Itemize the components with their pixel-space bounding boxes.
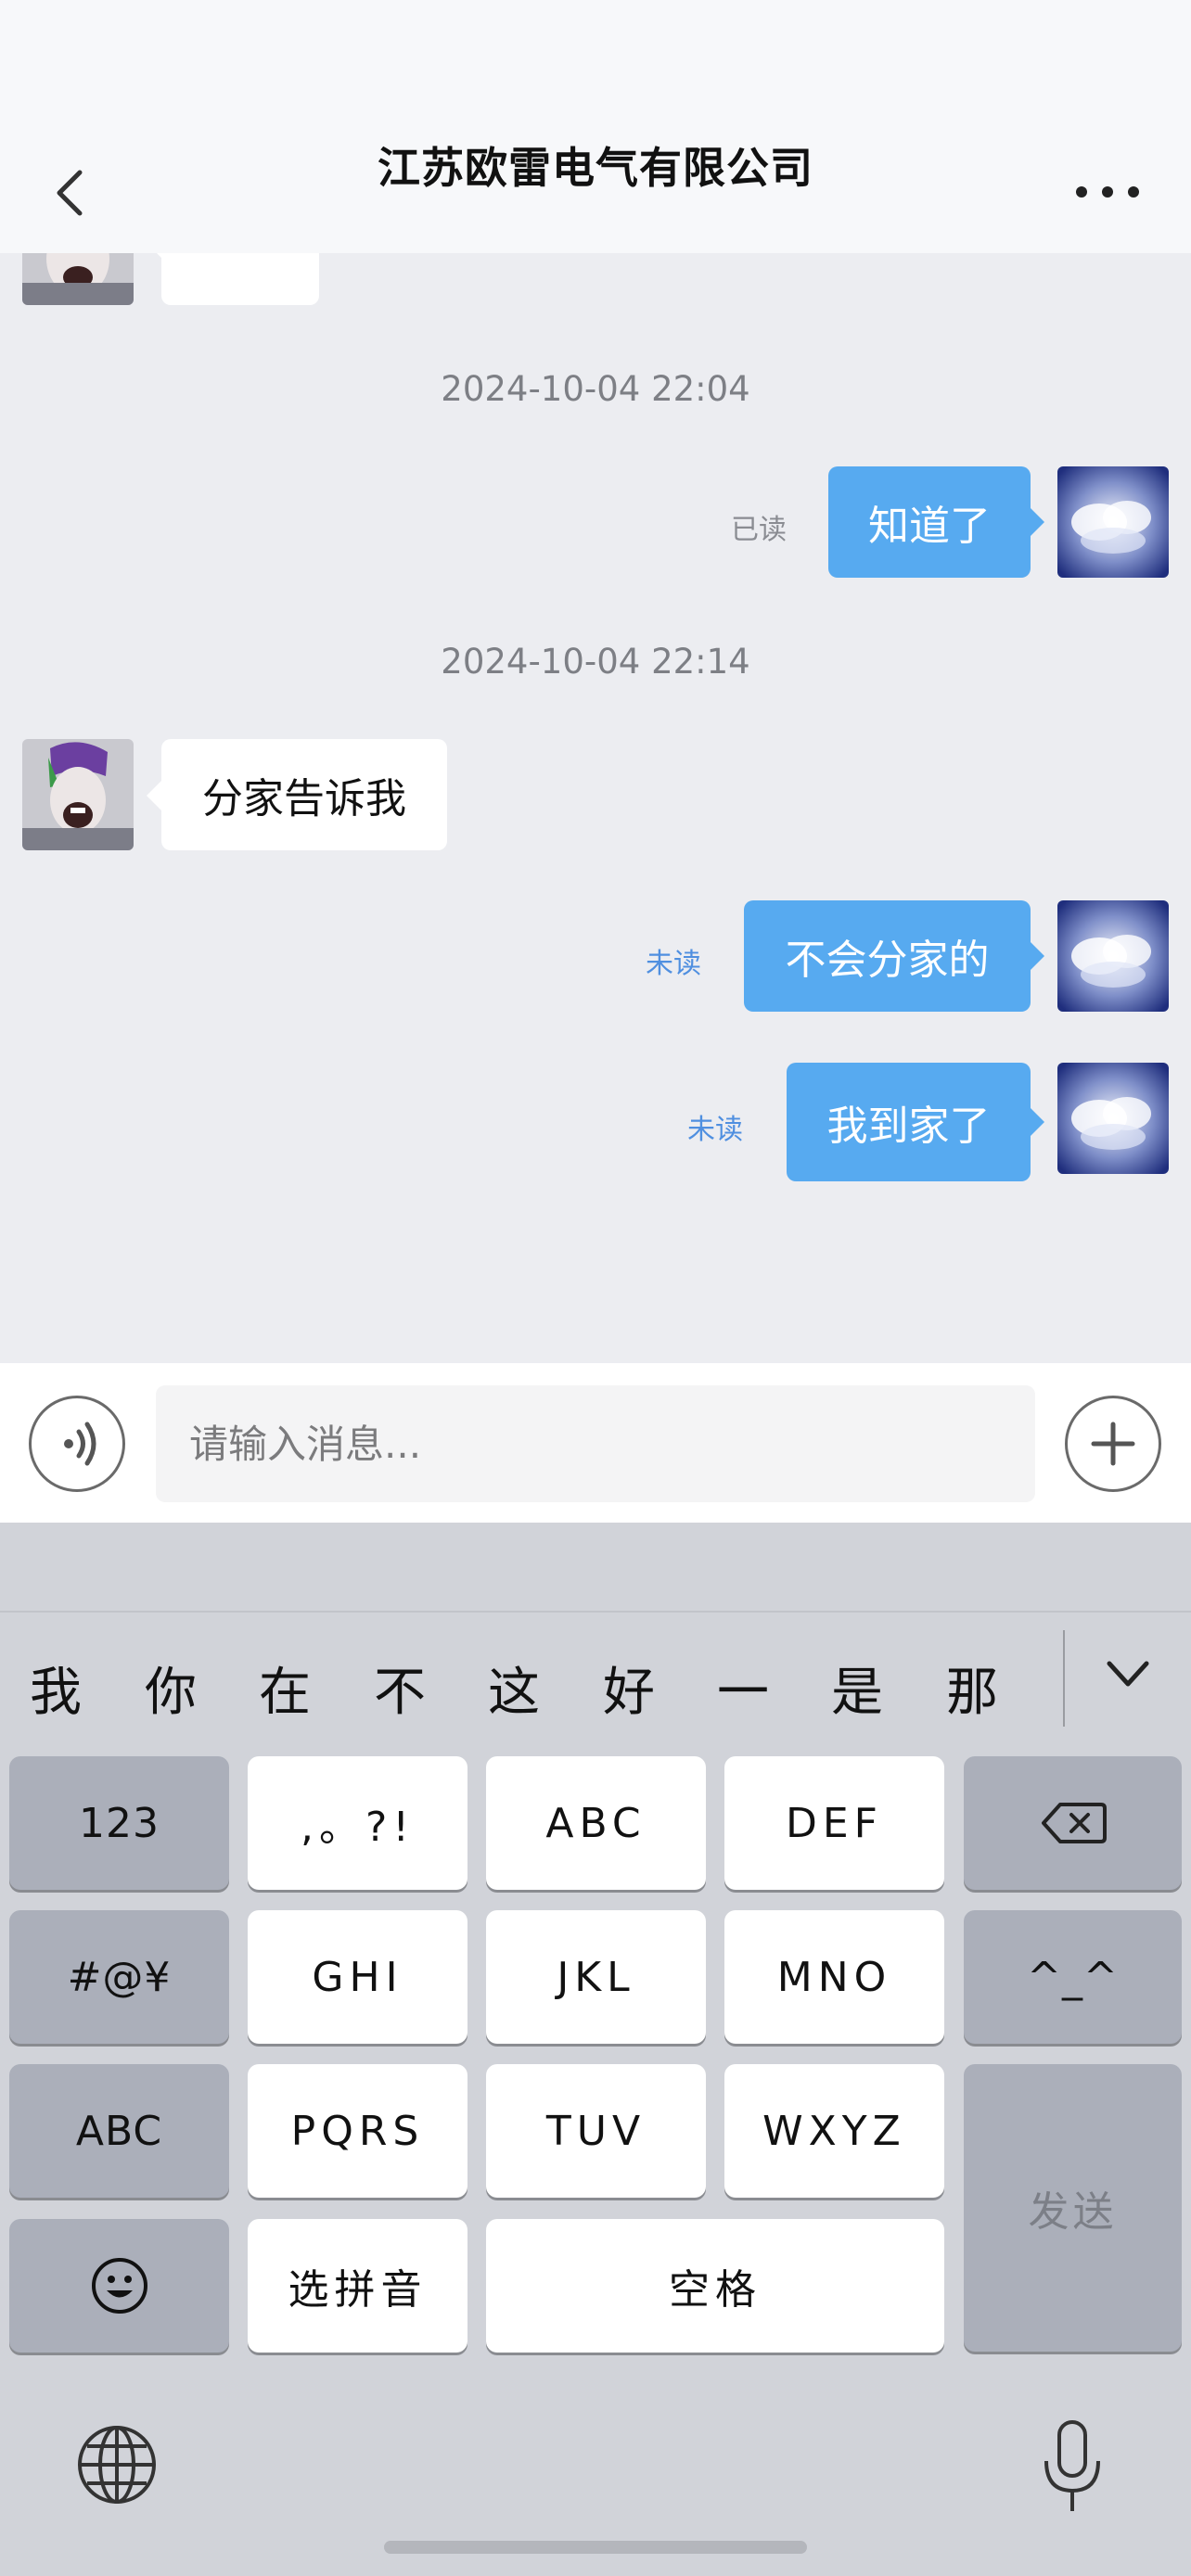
plus-icon	[1091, 1422, 1135, 1466]
keyboard-divider	[0, 1611, 1191, 1613]
emoji-key[interactable]	[9, 2219, 229, 2353]
key-wxyz[interactable]: WXYZ	[724, 2064, 944, 2198]
message-text: 我到家了	[826, 1103, 991, 1150]
message-text: 知道了	[868, 503, 991, 550]
message-timestamp: 2024-10-04 22:04	[441, 369, 750, 409]
key-tuv[interactable]: TUV	[486, 2064, 706, 2198]
candidate-word[interactable]: 是	[831, 1651, 883, 1726]
candidate-word[interactable]: 在	[259, 1651, 311, 1726]
key-pqrs[interactable]: PQRS	[248, 2064, 467, 2198]
globe-icon	[78, 2426, 156, 2504]
read-status: 已读	[731, 514, 787, 546]
key-numbers[interactable]: 123	[9, 1756, 229, 1890]
contact-avatar[interactable]	[22, 739, 134, 850]
user-avatar[interactable]	[1057, 466, 1169, 578]
key-mno[interactable]: MNO	[724, 1910, 944, 2044]
expand-candidates-button[interactable]	[1100, 1647, 1156, 1702]
candidate-word[interactable]: 好	[603, 1651, 655, 1726]
bubble-tail	[1030, 1107, 1044, 1137]
voice-icon	[64, 1422, 96, 1466]
user-avatar[interactable]	[1057, 1063, 1169, 1174]
space-key[interactable]: 空格	[486, 2219, 944, 2353]
outgoing-message-bubble[interactable]: 不会分家的	[744, 900, 1031, 1012]
key-abc[interactable]: ABC	[486, 1756, 706, 1890]
outgoing-message-bubble[interactable]: 知道了	[828, 466, 1031, 578]
delete-icon	[1041, 1803, 1107, 1843]
key-pinyin[interactable]: 选拼音	[248, 2219, 467, 2353]
candidate-word[interactable]: 不	[374, 1651, 426, 1726]
header-mask	[0, 0, 1191, 253]
candidate-word[interactable]: 你	[145, 1651, 197, 1726]
page-title-overlay: 江苏欧雷电气有限公司	[378, 143, 813, 193]
dictation-button[interactable]	[1039, 2418, 1106, 2515]
candidate-word[interactable]: 那	[946, 1651, 998, 1726]
key-ghi[interactable]: GHI	[248, 1910, 467, 2044]
user-avatar[interactable]	[1057, 900, 1169, 1012]
more-button-overlay[interactable]	[1070, 178, 1145, 206]
candidate-word[interactable]: 一	[717, 1651, 769, 1726]
bubble-tail	[147, 781, 161, 810]
voice-button[interactable]	[29, 1396, 125, 1492]
key-punctuation[interactable]: ,。?!	[248, 1756, 467, 1890]
message-text: 不会分家的	[785, 937, 990, 984]
delete-key[interactable]	[964, 1756, 1182, 1890]
candidate-word[interactable]: 这	[488, 1651, 540, 1726]
chevron-down-icon	[1107, 1661, 1149, 1687]
key-symbols[interactable]: #@¥	[9, 1910, 229, 2044]
unread-status: 未读	[687, 1114, 743, 1146]
outgoing-message-bubble[interactable]: 我到家了	[787, 1063, 1031, 1181]
message-input[interactable]	[156, 1385, 1035, 1502]
bubble-tail	[1030, 507, 1044, 537]
key-emoticon[interactable]: ^_^	[964, 1910, 1182, 2044]
add-attachment-button[interactable]	[1065, 1396, 1161, 1492]
emoji-icon	[91, 2258, 147, 2314]
incoming-message-bubble[interactable]: 分家告诉我	[161, 739, 447, 850]
back-icon	[57, 170, 83, 216]
bubble-tail	[1030, 941, 1044, 971]
key-abc-mode[interactable]: ABC	[9, 2064, 229, 2198]
key-def[interactable]: DEF	[724, 1756, 944, 1890]
more-icon	[1076, 186, 1139, 198]
message-text: 分家告诉我	[202, 775, 406, 823]
back-button-overlay[interactable]	[45, 165, 100, 221]
candidate-divider	[1063, 1630, 1065, 1727]
candidate-word[interactable]: 我	[30, 1651, 82, 1726]
home-indicator	[384, 2541, 807, 2554]
mic-icon	[1044, 2420, 1100, 2511]
unread-status: 未读	[646, 948, 701, 980]
key-jkl[interactable]: JKL	[486, 1910, 706, 2044]
send-key[interactable]: 发送	[964, 2064, 1182, 2352]
message-timestamp: 2024-10-04 22:14	[441, 642, 750, 682]
switch-keyboard-button[interactable]	[74, 2422, 160, 2507]
